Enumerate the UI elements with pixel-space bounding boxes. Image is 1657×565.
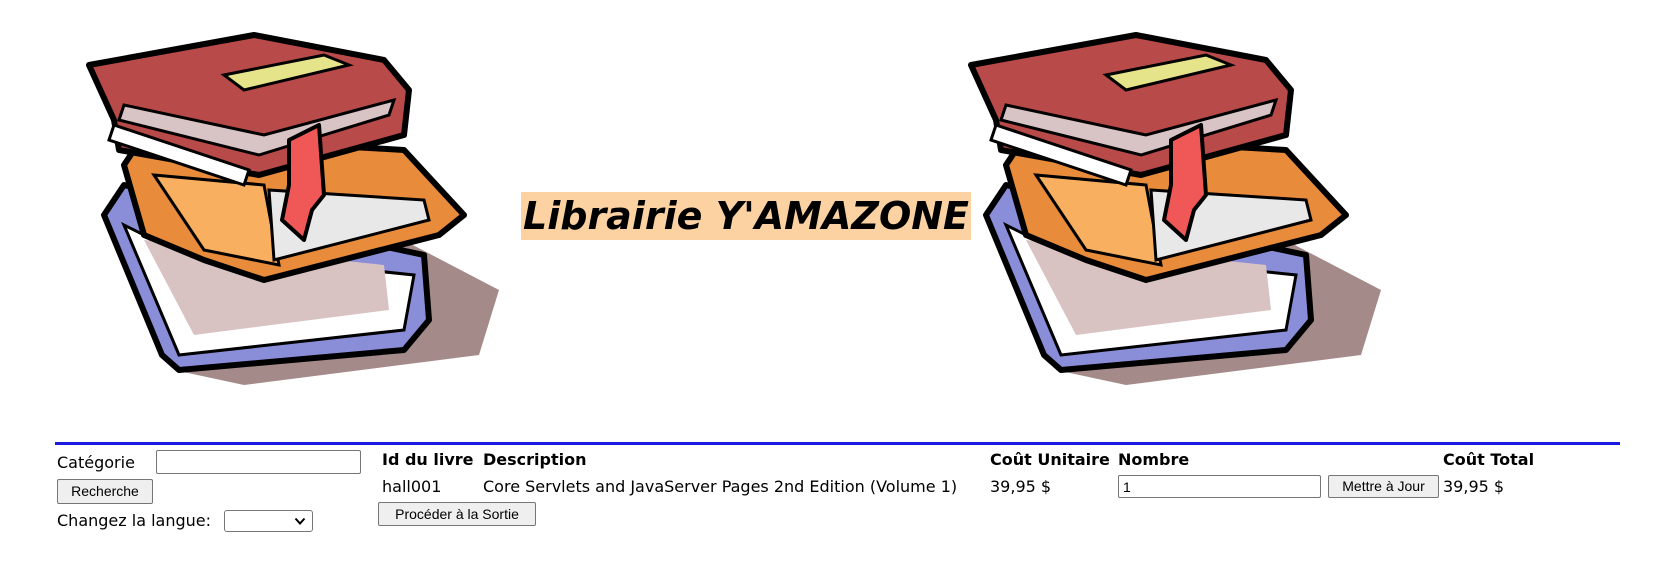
checkout-button[interactable]: Procéder à la Sortie — [378, 502, 536, 526]
page-title: Librairie Y'AMAZONE — [521, 192, 971, 240]
quantity-input[interactable] — [1118, 475, 1321, 498]
language-label: Changez la langue: — [57, 511, 211, 530]
header-divider — [55, 442, 1620, 445]
cart-row-unit-cost: 39,95 $ — [990, 477, 1052, 496]
cart-row-total: 39,95 $ — [1443, 477, 1505, 496]
books-stack-icon — [84, 25, 524, 385]
chevron-down-icon — [294, 517, 306, 525]
language-select[interactable] — [224, 510, 313, 532]
search-button[interactable]: Recherche — [57, 479, 153, 504]
category-label: Catégorie — [57, 453, 135, 472]
column-header-description: Description — [483, 450, 587, 469]
cart-row-description: Core Servlets and JavaServer Pages 2nd E… — [483, 477, 958, 496]
column-header-unit-cost: Coût Unitaire — [990, 450, 1110, 469]
books-stack-image-right — [966, 25, 1406, 385]
cart-row-id: hall001 — [382, 477, 442, 496]
column-header-id: Id du livre — [382, 450, 474, 469]
category-input[interactable] — [156, 450, 361, 474]
column-header-quantity: Nombre — [1118, 450, 1190, 469]
books-stack-image-left — [84, 25, 524, 385]
column-header-total: Coût Total — [1443, 450, 1535, 469]
update-quantity-button[interactable]: Mettre à Jour — [1328, 475, 1439, 498]
books-stack-icon — [966, 25, 1406, 385]
